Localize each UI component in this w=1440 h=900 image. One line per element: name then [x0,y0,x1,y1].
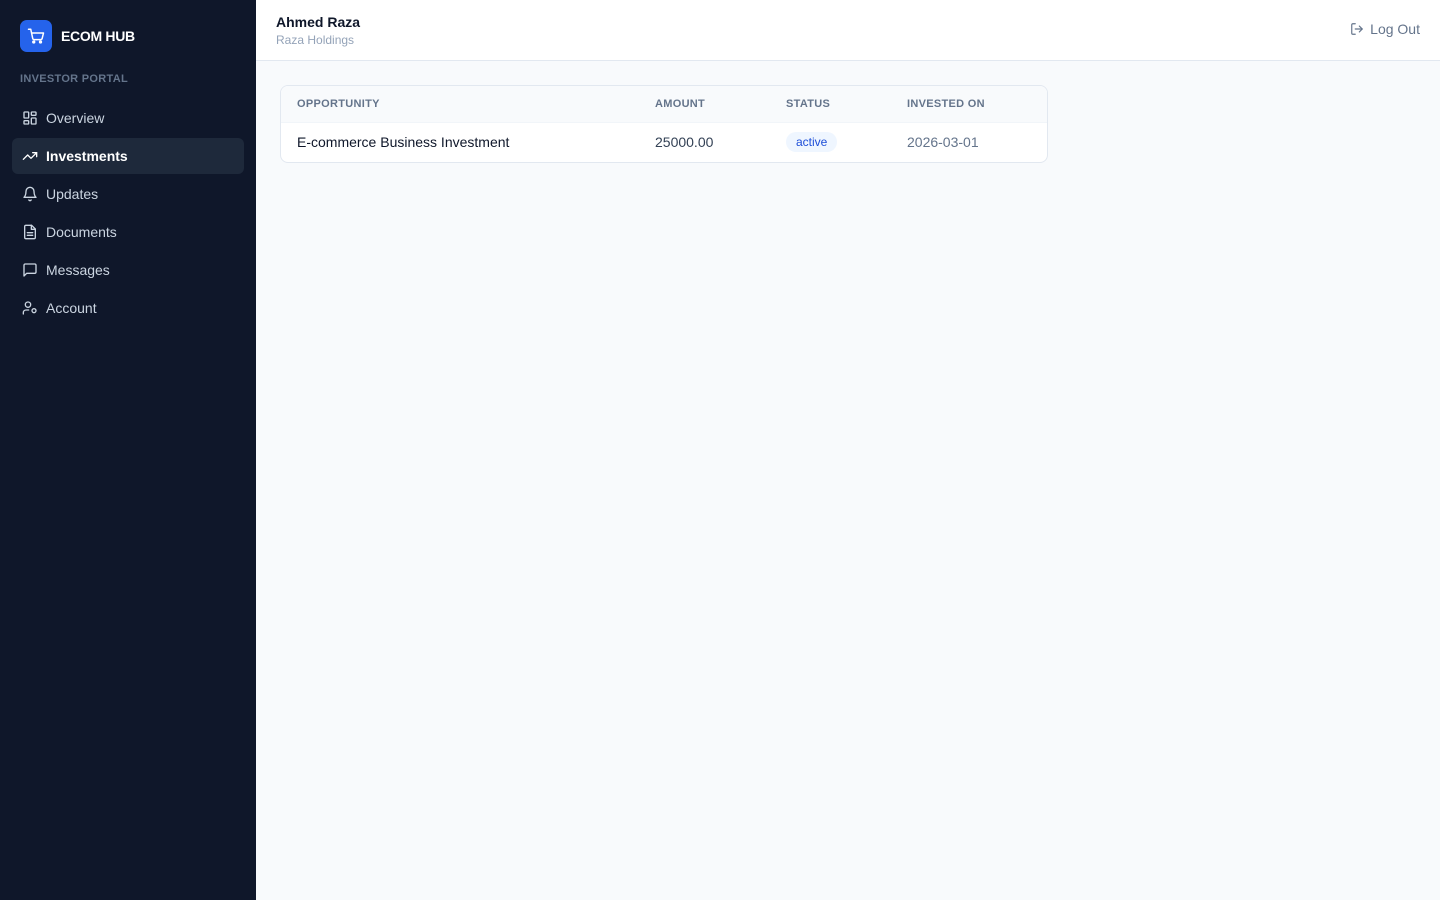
top-bar: Ahmed Raza Raza Holdings Log Out [256,0,1440,61]
column-header-opportunity: OPPORTUNITY [281,86,639,123]
cell-opportunity: E-commerce Business Investment [297,134,510,151]
sidebar-item-label: Updates [46,186,99,202]
user-name: Ahmed Raza [276,14,361,30]
sidebar-item-account[interactable]: Account [12,290,244,326]
sidebar-item-investments[interactable]: Investments [12,138,244,174]
sidebar-item-label: Investments [46,148,128,164]
document-icon [22,224,38,240]
sidebar-nav: Overview Investments Updates Documents M… [12,100,244,328]
sidebar-item-label: Overview [46,110,105,126]
sidebar-item-updates[interactable]: Updates [12,176,244,212]
sidebar: ECOM HUB INVESTOR PORTAL Overview Invest… [0,0,256,900]
sidebar-item-label: Account [46,300,97,316]
investments-table-card: OPPORTUNITY AMOUNT STATUS INVESTED ON E-… [280,85,1048,163]
column-header-status: STATUS [770,86,891,123]
sidebar-item-documents[interactable]: Documents [12,214,244,250]
table-header-row: OPPORTUNITY AMOUNT STATUS INVESTED ON [281,86,1047,123]
brand-name: ECOM HUB [61,28,135,44]
user-company: Raza Holdings [276,33,355,47]
cell-invested-on: 2026-03-01 [907,134,979,151]
message-icon [22,262,38,278]
sidebar-item-label: Messages [46,262,110,278]
sidebar-item-messages[interactable]: Messages [12,252,244,288]
column-header-invested-on: INVESTED ON [891,86,1047,123]
trending-up-icon [22,148,38,164]
brand[interactable]: ECOM HUB [20,20,135,52]
grid-icon [22,110,38,126]
table-row[interactable]: E-commerce Business Investment 25000.00 … [281,122,1047,162]
logout-button[interactable]: Log Out [1350,21,1420,37]
sidebar-item-label: Documents [46,224,117,240]
section-label: INVESTOR PORTAL [20,73,128,85]
status-badge: active [786,132,838,153]
cart-icon [20,20,52,52]
cell-amount: 25000.00 [655,134,714,151]
user-icon [22,300,38,316]
logout-icon [1351,23,1364,35]
bell-icon [22,186,38,202]
cell-status: active [770,122,891,162]
investments-table: OPPORTUNITY AMOUNT STATUS INVESTED ON E-… [281,86,1047,162]
logout-label: Log Out [1370,21,1420,37]
sidebar-item-overview[interactable]: Overview [12,100,244,136]
column-header-amount: AMOUNT [639,86,770,123]
